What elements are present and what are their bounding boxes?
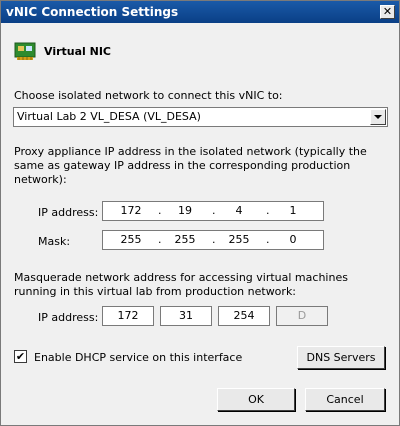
ip-octet: 172 [120,204,142,217]
network-card-icon [14,42,36,60]
cancel-button[interactable]: Cancel [305,388,385,411]
ok-button[interactable]: OK [217,388,295,411]
ip-octet: 19 [178,204,192,217]
proxy-ip-label: IP address: [38,206,99,219]
ip-dot: . [158,204,162,217]
header-title: Virtual NIC [44,45,111,58]
ip-octet: 255 [174,233,196,246]
network-select[interactable]: Virtual Lab 2 VL_DESA (VL_DESA) [13,107,388,127]
ip-octet: 0 [289,233,297,246]
mask-label: Mask: [38,235,71,248]
ip-octet: 1 [289,204,297,217]
close-button[interactable]: ✕ [380,5,395,19]
masquerade-ip-label: IP address: [38,311,99,324]
window-title: vNIC Connection Settings [6,5,179,19]
dialog-window: vNIC Connection Settings ✕ Virtual NIC C… [0,0,400,426]
ip-octet: 4 [235,204,243,217]
mask-input[interactable]: 255 . 255 . 255 . 0 [102,230,324,250]
masquerade-octet-3[interactable]: 254 [218,306,270,326]
masquerade-octet-2[interactable]: 31 [160,306,212,326]
ip-dot: . [212,204,216,217]
proxy-ip-input[interactable]: 172 . 19 . 4 . 1 [102,201,324,221]
proxy-description: Proxy appliance IP address in the isolat… [14,145,367,186]
ip-octet: 255 [228,233,250,246]
title-bar[interactable]: vNIC Connection Settings ✕ [1,1,399,23]
network-select-value: Virtual Lab 2 VL_DESA (VL_DESA) [17,110,201,123]
ip-dot: . [158,233,162,246]
ip-dot: . [266,204,270,217]
dhcp-label: Enable DHCP service on this interface [34,351,243,364]
ip-dot: . [212,233,216,246]
masquerade-description: Masquerade network address for accessing… [14,271,348,298]
dhcp-checkbox[interactable]: ✔ [14,350,27,363]
chevron-down-icon[interactable] [370,109,386,125]
dns-servers-button[interactable]: DNS Servers [297,346,385,369]
masquerade-octet-4: D [276,306,328,326]
masquerade-octet-1[interactable]: 172 [102,306,154,326]
ip-octet: 255 [120,233,142,246]
ip-dot: . [266,233,270,246]
network-label: Choose isolated network to connect this … [14,89,283,102]
